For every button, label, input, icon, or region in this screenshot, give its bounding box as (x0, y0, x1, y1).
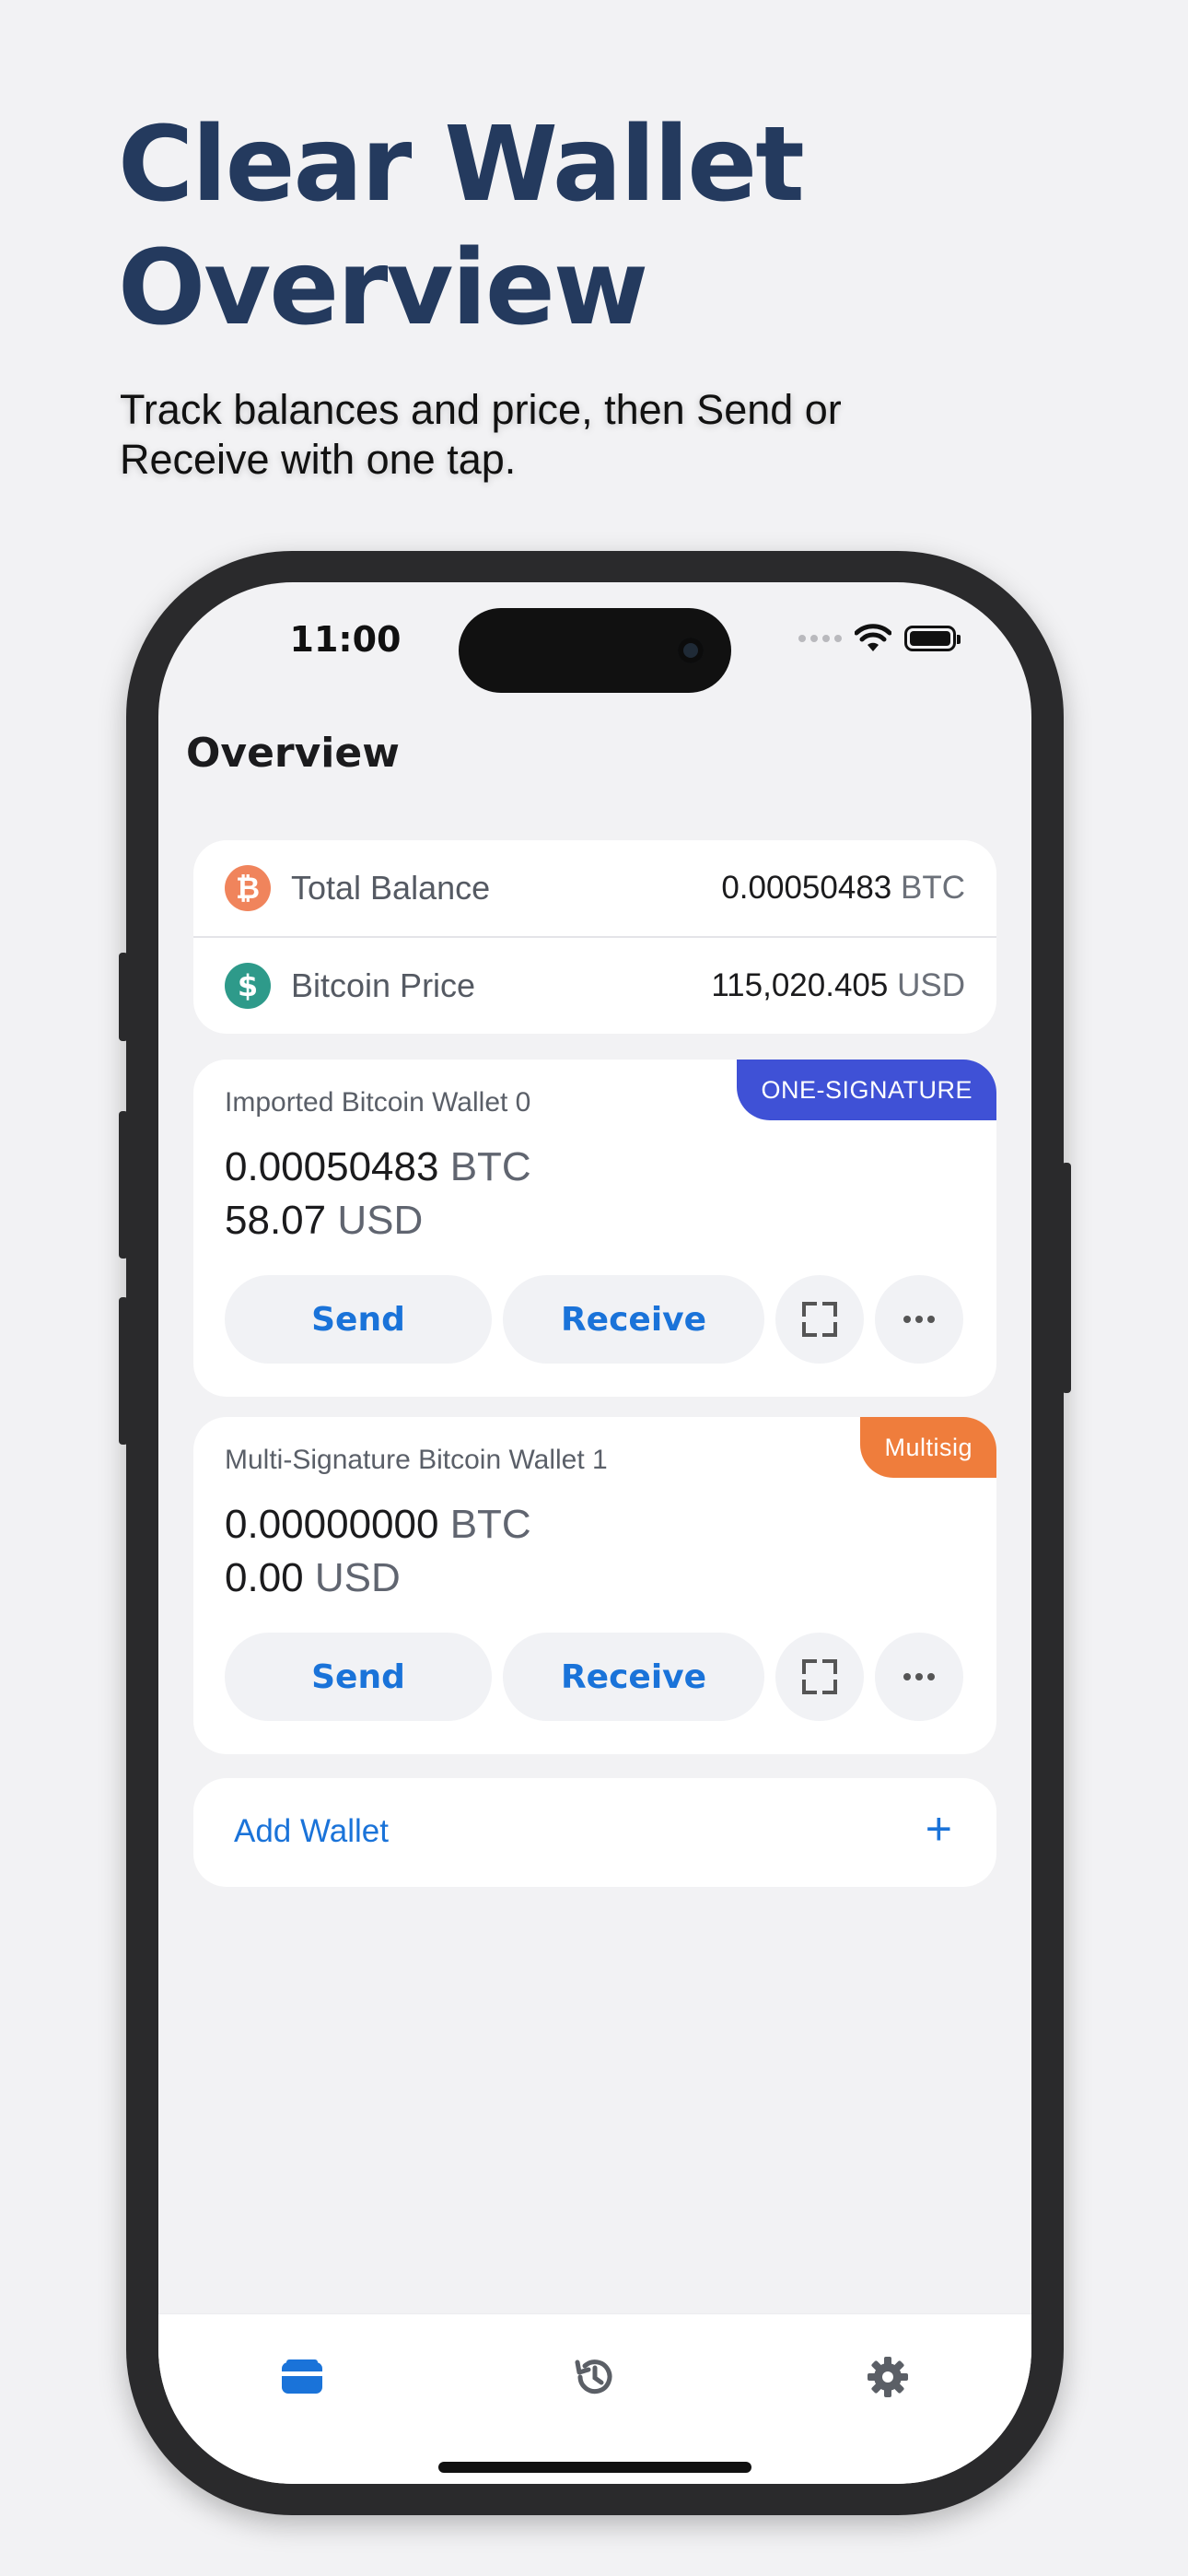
add-wallet-button[interactable]: Add Wallet + (193, 1778, 996, 1887)
subline: Track balances and price, then Send or R… (120, 385, 1041, 485)
bitcoin-price-row: $ Bitcoin Price 115,020.405 USD (193, 938, 996, 1034)
phone-volume-down-button (119, 1297, 128, 1445)
bitcoin-icon: ₿ (225, 865, 271, 911)
tab-bar (158, 2313, 1031, 2484)
wallet-btc-balance: 0.00000000 BTC (225, 1502, 531, 1547)
phone-action-button (119, 953, 128, 1041)
receive-button[interactable]: Receive (503, 1633, 764, 1721)
dynamic-island (459, 608, 731, 693)
gear-icon (868, 2357, 908, 2397)
wallet-name: Imported Bitcoin Wallet 0 (225, 1087, 531, 1118)
plus-icon: + (925, 1803, 952, 1855)
wallet-name: Multi-Signature Bitcoin Wallet 1 (225, 1445, 608, 1475)
wallet-btc-balance: 0.00050483 BTC (225, 1144, 531, 1189)
total-balance-label: Total Balance (291, 869, 491, 907)
scan-button[interactable] (775, 1633, 864, 1721)
wallet-actions: Send Receive (225, 1275, 963, 1364)
phone-volume-up-button (119, 1111, 128, 1259)
wallet-card[interactable]: Imported Bitcoin Wallet 0 ONE-SIGNATURE … (193, 1060, 996, 1397)
page-title: Overview (186, 730, 400, 777)
total-balance-row: ₿ Total Balance 0.00050483 BTC (193, 840, 996, 936)
status-time: 11:00 (289, 619, 402, 660)
battery-icon (904, 626, 961, 651)
subline-line-1: Track balances and price, then Send or (120, 386, 842, 433)
tab-wallets[interactable] (274, 2349, 330, 2405)
phone-screen: 11:00 Overview ₿ Total Balance 0.0005048… (158, 582, 1031, 2484)
wallet-type-badge: ONE-SIGNATURE (737, 1060, 996, 1120)
headline: Clear Wallet Overview (118, 103, 805, 350)
bitcoin-price-value: 115,020.405 USD (711, 967, 965, 1003)
more-icon (903, 1316, 935, 1323)
add-wallet-label: Add Wallet (234, 1813, 389, 1849)
more-button[interactable] (875, 1633, 963, 1721)
headline-line-2: Overview (118, 228, 648, 348)
tab-history[interactable] (567, 2349, 623, 2405)
wallet-usd-balance: 0.00 USD (225, 1555, 401, 1600)
scan-icon (802, 1659, 837, 1694)
tab-settings[interactable] (860, 2349, 915, 2405)
scan-icon (802, 1302, 837, 1337)
send-button[interactable]: Send (225, 1275, 492, 1364)
phone-power-button (1062, 1163, 1071, 1393)
summary-card: ₿ Total Balance 0.00050483 BTC $ Bitcoin… (193, 840, 996, 1034)
scan-button[interactable] (775, 1275, 864, 1364)
wallet-card[interactable]: Multi-Signature Bitcoin Wallet 1 Multisi… (193, 1417, 996, 1754)
wallet-icon (282, 2359, 322, 2394)
more-icon (903, 1673, 935, 1680)
status-indicators (798, 623, 961, 654)
wallet-type-badge: Multisig (860, 1417, 996, 1478)
signal-icon (798, 635, 842, 642)
history-icon (575, 2359, 612, 2395)
subline-line-2: Receive with one tap. (120, 436, 517, 483)
more-button[interactable] (875, 1275, 963, 1364)
headline-line-1: Clear Wallet (118, 105, 805, 225)
wallet-usd-balance: 58.07 USD (225, 1198, 424, 1243)
bitcoin-price-label: Bitcoin Price (291, 966, 476, 1004)
dollar-icon: $ (225, 963, 271, 1009)
home-indicator (438, 2462, 751, 2473)
receive-button[interactable]: Receive (503, 1275, 764, 1364)
wallet-actions: Send Receive (225, 1633, 963, 1721)
send-button[interactable]: Send (225, 1633, 492, 1721)
camera-icon (678, 638, 704, 663)
total-balance-value: 0.00050483 BTC (721, 870, 965, 906)
wifi-icon (855, 624, 891, 651)
